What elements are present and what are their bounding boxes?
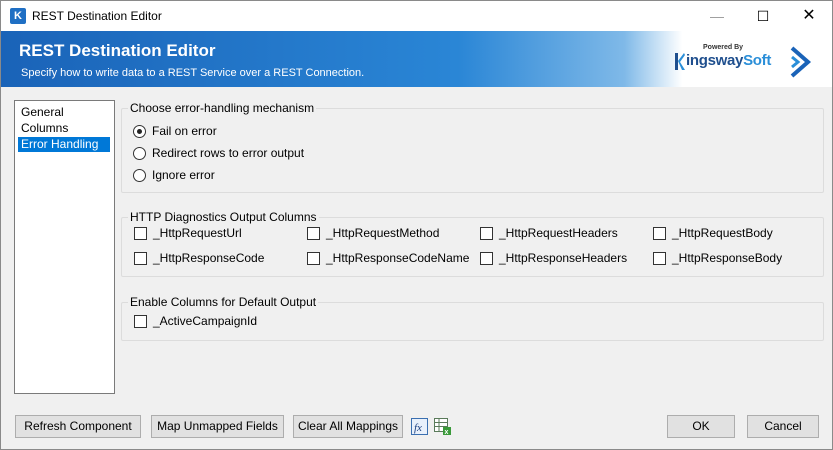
http-diagnostics-group-label: HTTP Diagnostics Output Columns <box>128 210 319 224</box>
title-bar: K REST Destination Editor — ☐ ✕ <box>1 1 832 31</box>
brand-powered-text: Powered By <box>703 44 744 51</box>
nav-item-general[interactable]: General <box>18 105 110 120</box>
svg-text:fx: fx <box>414 422 422 434</box>
default-output-group-label: Enable Columns for Default Output <box>128 295 319 309</box>
radio-label: Fail on error <box>152 124 217 138</box>
map-unmapped-fields-button[interactable]: Map Unmapped Fields <box>151 415 284 438</box>
default-output-group: Enable Columns for Default Output _Activ… <box>121 295 824 341</box>
brand-logo: Powered By ingswaySoft <box>675 40 787 74</box>
error-handling-group: Choose error-handling mechanism Fail on … <box>121 101 824 193</box>
checkbox-label: _HttpRequestHeaders <box>499 226 618 240</box>
checkbox-label: _ActiveCampaignId <box>153 314 258 328</box>
svg-text:x: x <box>445 429 449 435</box>
checkbox[interactable] <box>480 252 493 265</box>
header-banner: REST Destination Editor Specify how to w… <box>1 31 832 87</box>
radio-button[interactable] <box>133 125 146 138</box>
checkbox[interactable] <box>134 227 147 240</box>
maximize-icon[interactable]: ☐ <box>740 1 786 31</box>
window-title: REST Destination Editor <box>32 9 162 23</box>
radio-label: Ignore error <box>152 168 215 182</box>
checkbox-label: _HttpResponseBody <box>672 251 783 265</box>
fx-expression-icon[interactable]: fx <box>411 418 428 435</box>
minimize-icon[interactable]: — <box>694 1 740 31</box>
checkbox-label: _HttpResponseCodeName <box>326 251 470 265</box>
brand-name-main: ingsway <box>686 52 744 69</box>
grid-export-icon[interactable]: x <box>434 418 451 435</box>
ok-button[interactable]: OK <box>667 415 735 438</box>
checkbox-label: _HttpResponseHeaders <box>499 251 628 265</box>
nav-item-error-handling[interactable]: Error Handling <box>18 137 110 152</box>
http-diagnostics-group: HTTP Diagnostics Output Columns _HttpReq… <box>121 210 824 277</box>
clear-all-mappings-button[interactable]: Clear All Mappings <box>293 415 403 438</box>
checkbox-label: _HttpRequestBody <box>672 226 773 240</box>
radio-button[interactable] <box>133 169 146 182</box>
chevron-right-icon <box>790 46 812 78</box>
app-icon: K <box>10 8 26 24</box>
checkbox[interactable] <box>134 252 147 265</box>
brand-name-soft: Soft <box>743 52 772 69</box>
nav-list: General Columns Error Handling <box>14 100 115 394</box>
brand-name: ingswaySoft <box>686 52 771 69</box>
checkbox-label: _HttpRequestUrl <box>153 226 242 240</box>
checkbox[interactable] <box>134 315 147 328</box>
banner-title: REST Destination Editor <box>19 41 216 60</box>
checkbox[interactable] <box>480 227 493 240</box>
editor-window: K REST Destination Editor — ☐ ✕ REST Des… <box>0 0 833 450</box>
kingswaysoft-k-logo-icon <box>675 53 685 70</box>
banner-subtitle: Specify how to write data to a REST Serv… <box>21 67 365 79</box>
radio-label: Redirect rows to error output <box>152 146 305 160</box>
checkbox[interactable] <box>653 227 666 240</box>
radio-button[interactable] <box>133 147 146 160</box>
refresh-component-button[interactable]: Refresh Component <box>15 415 141 438</box>
error-handling-group-label: Choose error-handling mechanism <box>128 101 317 115</box>
nav-item-columns[interactable]: Columns <box>18 121 110 136</box>
checkbox[interactable] <box>307 227 320 240</box>
checkbox[interactable] <box>307 252 320 265</box>
checkbox-label: _HttpRequestMethod <box>326 226 440 240</box>
checkbox-label: _HttpResponseCode <box>153 251 265 265</box>
close-icon[interactable]: ✕ <box>786 1 832 31</box>
cancel-button[interactable]: Cancel <box>747 415 819 438</box>
checkbox[interactable] <box>653 252 666 265</box>
